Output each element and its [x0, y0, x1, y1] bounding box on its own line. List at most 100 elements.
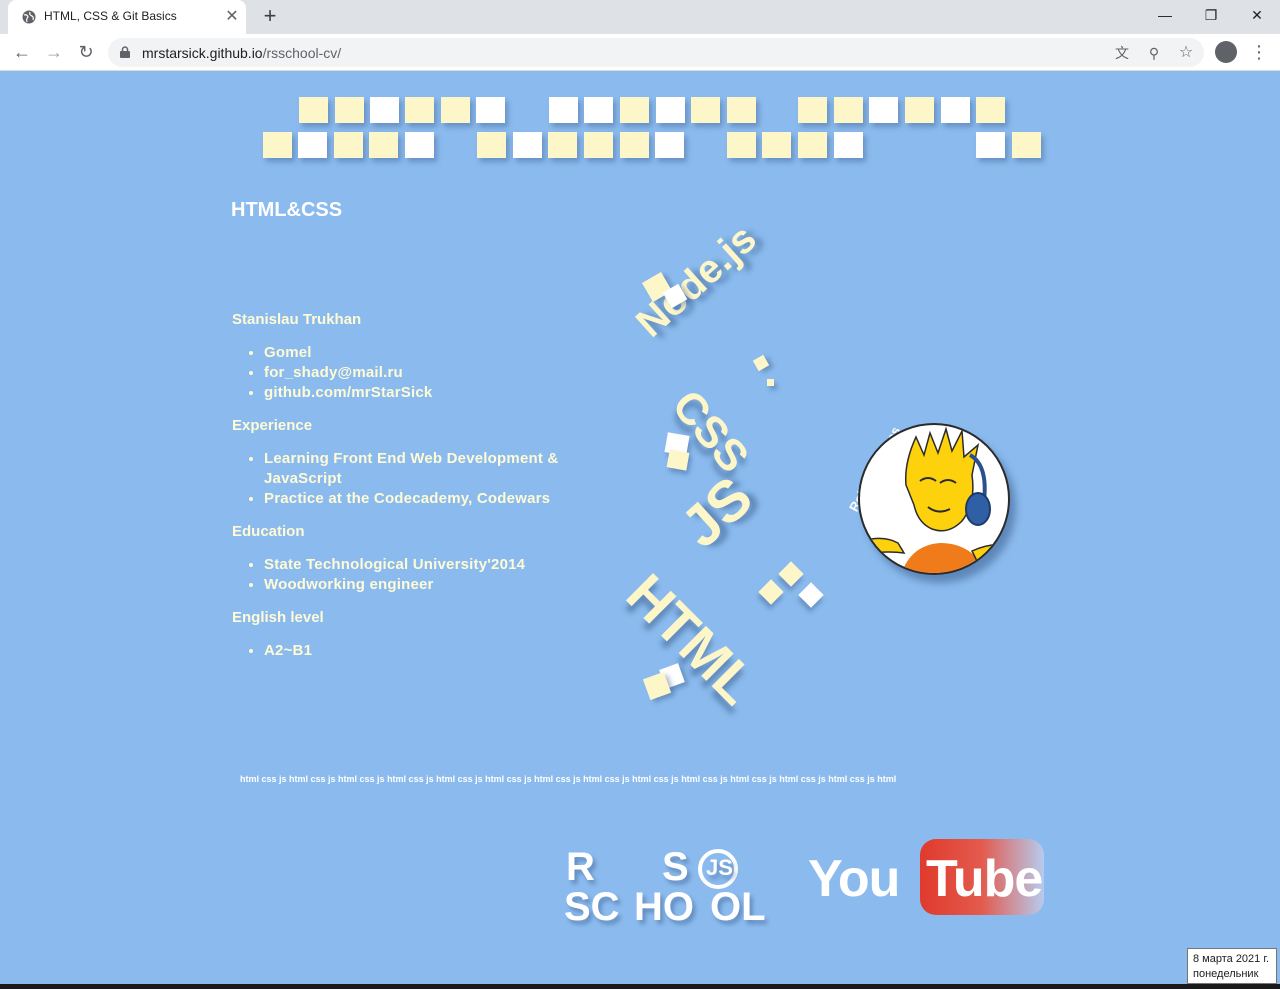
forward-button[interactable]: →	[42, 40, 66, 64]
banner-tile	[798, 97, 827, 123]
clock-weekday: понедельник	[1193, 968, 1259, 980]
menu-icon[interactable]: ⋮	[1250, 40, 1268, 64]
banner-tile	[620, 97, 649, 123]
deco-square	[778, 561, 804, 587]
bookmark-star-icon[interactable]: ☆	[1177, 44, 1195, 62]
banner-tile	[405, 97, 434, 123]
education-list: State Technological University'2014 Wood…	[264, 555, 612, 595]
banner-tile	[655, 132, 684, 158]
browser-toolbar: ← → ↻ mrstarsick.github.io/rsschool-cv/ …	[0, 34, 1280, 71]
banner-tile	[905, 97, 934, 123]
list-item: A2~B1	[264, 641, 612, 661]
banner-tile	[620, 132, 649, 158]
banner-tile	[299, 97, 328, 123]
page-content: HTML&CSS Stanislau Trukhan Gomel for_sha…	[0, 71, 1280, 989]
deco-square	[666, 449, 690, 471]
deco-square	[758, 579, 784, 605]
banner-tile	[691, 97, 720, 123]
clock-date: 8 марта 2021 г.	[1193, 953, 1270, 965]
english-list: A2~B1	[264, 641, 612, 661]
banner-tile	[976, 97, 1005, 123]
ticker-text: html css js html css js html css js html…	[240, 774, 897, 784]
html-word: HTML	[614, 561, 770, 717]
banner-tile	[584, 132, 613, 158]
cv-section: Stanislau Trukhan Gomel for_shady@mail.r…	[232, 311, 612, 675]
contact-github: github.com/mrStarSick	[264, 383, 612, 403]
banner-tile	[477, 132, 506, 158]
experience-list: Learning Front End Web Development & Jav…	[264, 449, 612, 509]
banner-tile	[869, 97, 898, 123]
tab-close-icon[interactable]: ✕	[222, 7, 242, 27]
url-path: /rsschool-cv/	[262, 45, 342, 61]
banner-tile	[834, 132, 863, 158]
tab-title: HTML, CSS & Git Basics	[44, 9, 177, 23]
banner-tile	[976, 132, 1005, 158]
list-item: Learning Front End Web Development & Jav…	[264, 449, 612, 489]
banner-tile	[762, 132, 791, 158]
youtube-you: You	[808, 850, 900, 908]
banner-tile	[298, 132, 327, 158]
banner-tile	[727, 97, 756, 123]
translate-icon[interactable]: 文	[1113, 44, 1131, 62]
back-button[interactable]: ←	[10, 40, 34, 64]
banner-tile	[369, 132, 398, 158]
list-item: Woodworking engineer	[264, 575, 612, 595]
deco-square	[767, 379, 774, 386]
banner-tile	[834, 97, 863, 123]
banner-tile	[405, 132, 434, 158]
restore-button[interactable]: ❐	[1188, 0, 1234, 30]
window-close-button[interactable]: ✕	[1234, 0, 1280, 30]
profile-avatar[interactable]	[1215, 41, 1237, 63]
banner-tile	[441, 97, 470, 123]
deco-square	[798, 582, 824, 608]
banner-tile	[941, 97, 970, 123]
bart-mascot-icon	[860, 426, 1008, 573]
lock-icon	[120, 46, 130, 58]
banner-tile	[656, 97, 685, 123]
url-host: mrstarsick.github.io	[142, 45, 263, 61]
list-item: Practice at the Codecademy, Codewars	[264, 489, 612, 509]
banner-tile	[727, 132, 756, 158]
rs-logo-ol: OL	[710, 885, 766, 929]
deco-square	[752, 354, 770, 372]
rs-logo-sc: SC	[564, 885, 620, 929]
banner-tile	[584, 97, 613, 123]
address-bar[interactable]: mrstarsick.github.io/rsschool-cv/ 文 ⚲ ☆	[108, 38, 1204, 67]
rs-logo-ho: HO	[634, 885, 694, 929]
cv-name: Stanislau Trukhan	[232, 311, 362, 328]
experience-heading: Experience	[232, 417, 313, 434]
reload-button[interactable]: ↻	[74, 40, 98, 64]
taskbar-clock-tooltip: 8 марта 2021 г. понедельник	[1187, 948, 1277, 984]
education-heading: Education	[232, 523, 305, 540]
browser-tab-bar: HTML, CSS & Git Basics ✕ + — ❐ ✕	[0, 0, 1280, 34]
english-heading: English level	[232, 609, 324, 626]
taskbar	[0, 984, 1280, 989]
banner-tile	[798, 132, 827, 158]
banner-tile	[513, 132, 542, 158]
rs-logo-js: JS	[706, 855, 733, 880]
url-text: mrstarsick.github.io/rsschool-cv/	[142, 45, 341, 61]
contacts-list: Gomel for_shady@mail.ru github.com/mrSta…	[264, 343, 612, 403]
rolling-scopes-badge	[858, 423, 1010, 575]
youtube-logo[interactable]: You Tube	[808, 839, 1048, 915]
globe-icon	[22, 10, 36, 24]
banner-tile	[334, 132, 363, 158]
zoom-icon[interactable]: ⚲	[1145, 44, 1163, 62]
new-tab-button[interactable]: +	[258, 4, 282, 28]
rs-logo-r: R	[566, 845, 595, 889]
rs-logo-s: S	[662, 845, 689, 889]
list-item: State Technological University'2014	[264, 555, 612, 575]
banner-tile	[335, 97, 364, 123]
browser-tab[interactable]: HTML, CSS & Git Basics ✕	[8, 0, 246, 34]
banner-tile	[263, 132, 292, 158]
youtube-tube: Tube	[926, 850, 1043, 908]
contact-email: for_shady@mail.ru	[264, 363, 612, 383]
js-word: JS	[668, 464, 765, 561]
banner-tile	[1012, 132, 1041, 158]
banner-tile	[549, 97, 578, 123]
section-title: HTML&CSS	[231, 199, 343, 221]
banner-tile	[370, 97, 399, 123]
banner-tile	[548, 132, 577, 158]
banner-tile	[476, 97, 505, 123]
minimize-button[interactable]: —	[1142, 0, 1188, 30]
